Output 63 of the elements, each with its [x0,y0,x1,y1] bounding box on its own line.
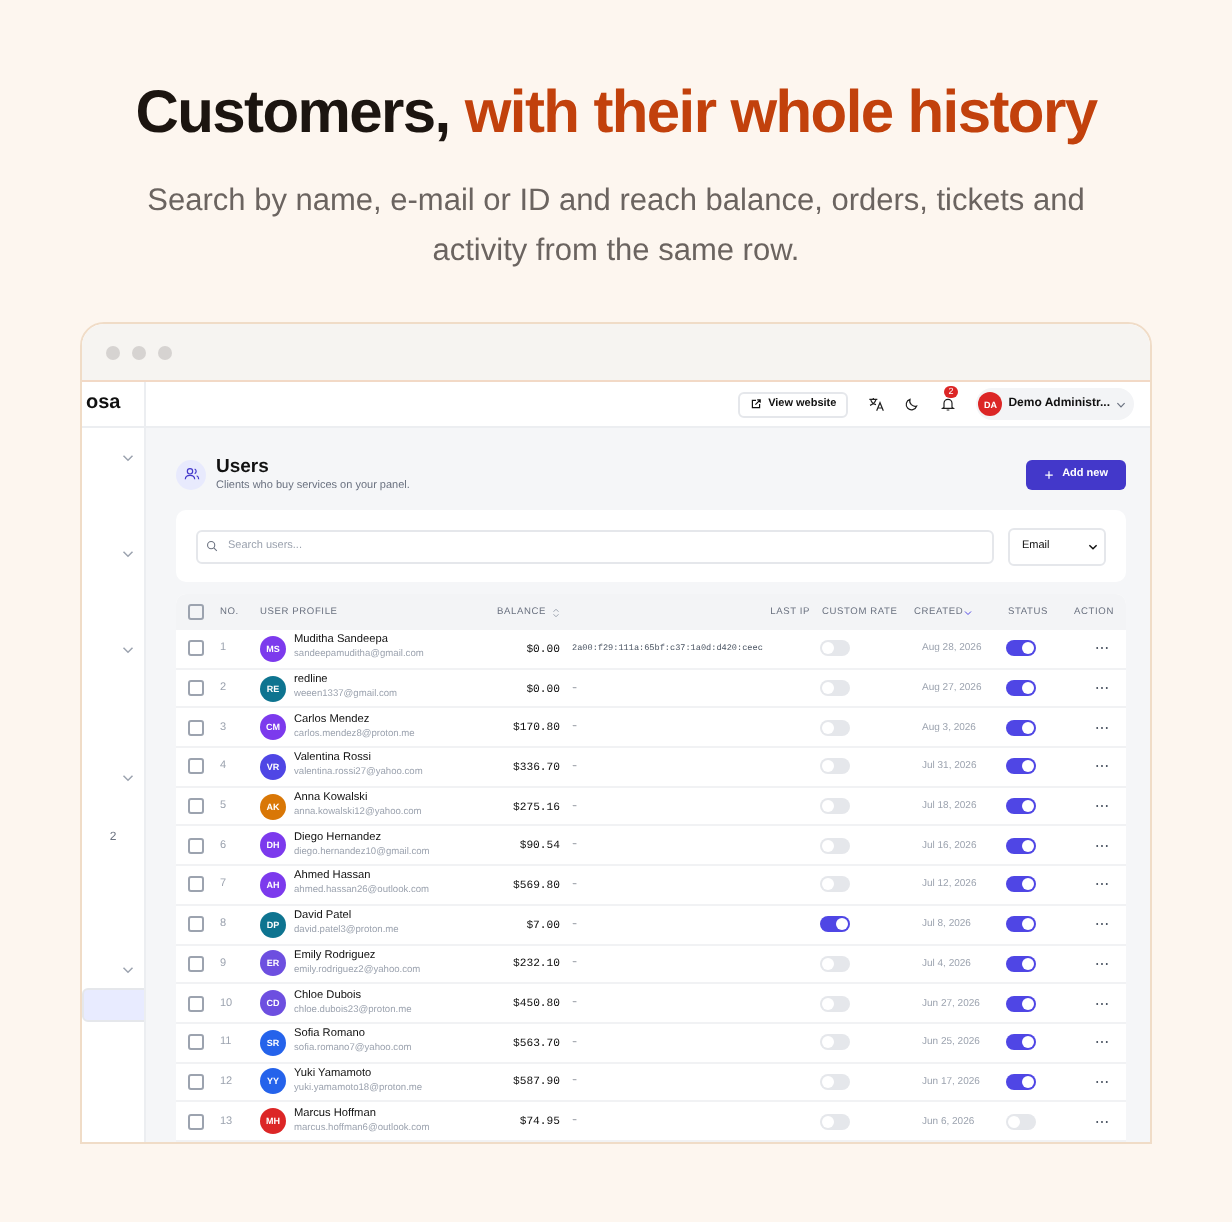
users-icon [176,459,206,489]
status-toggle[interactable] [1006,1113,1036,1130]
moon-icon[interactable] [904,396,921,412]
row-checkbox[interactable] [188,837,204,854]
search-icon [206,540,218,552]
status-toggle[interactable] [1006,680,1036,697]
external-link-icon [750,398,763,410]
status-toggle[interactable] [1006,1073,1036,1090]
page-title: Users [216,456,271,478]
chevron-icon [1116,401,1126,407]
row-checkbox[interactable] [188,640,204,657]
custom-rate-toggle[interactable] [820,719,850,736]
row-checkbox[interactable] [188,798,204,815]
chevron-icon [122,646,134,654]
chevron-icon [122,454,134,462]
plus-icon [1044,469,1055,479]
logo-text: osa [82,382,144,428]
custom-rate-toggle[interactable] [820,798,850,815]
custom-rate-toggle[interactable] [820,916,850,933]
window-dot [158,345,172,359]
custom-rate-toggle[interactable] [820,680,850,697]
status-toggle[interactable] [1006,916,1036,933]
bell-icon[interactable] [940,396,957,412]
row-checkbox[interactable] [188,1113,204,1130]
custom-rate-toggle[interactable] [820,1113,850,1130]
translate-icon[interactable] [868,396,885,412]
status-toggle[interactable] [1006,719,1036,736]
status-toggle[interactable] [1006,798,1036,815]
chevron-icon [122,966,134,974]
sort-icon[interactable] [552,607,560,617]
sort-descending-icon[interactable] [963,607,972,617]
status-toggle[interactable] [1006,995,1036,1012]
status-toggle[interactable] [1006,876,1036,893]
status-toggle[interactable] [1006,640,1036,657]
row-checkbox[interactable] [188,719,204,736]
headline: Customers, with their whole history [135,80,1097,146]
status-toggle[interactable] [1006,837,1036,854]
row-checkbox[interactable] [188,758,204,775]
row-checkbox[interactable] [188,1034,204,1051]
chevron-icon [1088,543,1098,549]
row-checkbox[interactable] [188,1073,204,1090]
row-checkbox[interactable] [188,955,204,972]
row-checkbox[interactable] [188,680,204,697]
window-dot [132,345,146,359]
custom-rate-toggle[interactable] [820,837,850,854]
chevron-icon [122,550,134,558]
row-checkbox[interactable] [188,995,204,1012]
row-checkbox[interactable] [188,876,204,893]
select-all-checkbox[interactable] [188,604,204,620]
row-checkbox[interactable] [188,916,204,933]
custom-rate-toggle[interactable] [820,876,850,893]
custom-rate-toggle[interactable] [820,1034,850,1051]
status-toggle[interactable] [1006,758,1036,775]
status-toggle[interactable] [1006,1034,1036,1051]
custom-rate-toggle[interactable] [820,995,850,1012]
custom-rate-toggle[interactable] [820,640,850,657]
status-toggle[interactable] [1006,955,1036,972]
custom-rate-toggle[interactable] [820,1073,850,1090]
hero-subtitle: Search by name, e-mail or ID and reach balance, orders, tickets and activity from the same row. [145,182,1087,272]
custom-rate-toggle[interactable] [820,758,850,775]
window-dot [106,345,120,359]
custom-rate-toggle[interactable] [820,955,850,972]
chevron-icon [122,774,134,782]
